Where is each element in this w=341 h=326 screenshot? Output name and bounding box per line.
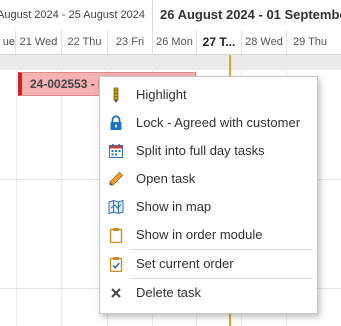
menu-item-label: Set current order [136, 256, 234, 271]
gantt-chart: August 2024 - 25 August 2024 26 August 2… [0, 0, 341, 326]
menu-item-lock[interactable]: Lock - Agreed with customer [100, 109, 317, 137]
day-header[interactable]: 22 Thu [62, 30, 108, 54]
row-header-strip [0, 55, 341, 70]
pencil-icon [109, 171, 124, 186]
map-icon [108, 199, 124, 215]
day-header[interactable]: ue [0, 30, 16, 54]
menu-item-show-in-order-module[interactable]: Show in order module [100, 221, 317, 249]
menu-item-label: Show in map [136, 199, 212, 214]
menu-item-delete-task[interactable]: Delete task [100, 279, 317, 307]
menu-item-label: Delete task [136, 285, 202, 300]
menu-item-label: Split into full day tasks [136, 143, 265, 158]
day-header-today[interactable]: 27 T... [197, 30, 242, 54]
week-header-row: August 2024 - 25 August 2024 26 August 2… [0, 0, 341, 31]
day-header[interactable]: 23 Fri [108, 30, 153, 54]
week-header-previous[interactable]: August 2024 - 25 August 2024 [0, 0, 153, 30]
day-header[interactable]: 29 Thu [287, 30, 341, 54]
context-menu: Highlight Lock - Agreed with customer Sp… [99, 76, 318, 314]
highlight-pen-icon [113, 87, 119, 103]
menu-item-set-current-order[interactable]: Set current order [100, 250, 317, 278]
menu-item-show-in-map[interactable]: Show in map [100, 193, 317, 221]
day-header-row: ue 21 Wed 22 Thu 23 Fri 26 Mon 27 T... 2… [0, 30, 341, 55]
clipboard-icon [109, 228, 123, 243]
day-header[interactable]: 21 Wed [16, 30, 62, 54]
menu-item-open-task[interactable]: Open task [100, 165, 317, 193]
day-header[interactable]: 28 Wed [242, 30, 287, 54]
menu-item-label: Lock - Agreed with customer [136, 115, 301, 130]
week-header-current[interactable]: 26 August 2024 - 01 September [160, 0, 341, 30]
close-icon [111, 288, 121, 298]
lock-icon [110, 115, 122, 130]
menu-item-label: Open task [136, 171, 196, 186]
menu-item-label: Show in order module [136, 227, 263, 242]
menu-item-label: Highlight [136, 87, 187, 102]
calendar-icon [109, 144, 123, 158]
day-header[interactable]: 26 Mon [153, 30, 197, 54]
menu-item-split[interactable]: Split into full day tasks [100, 137, 317, 165]
grid-line [16, 55, 17, 326]
clipboard-check-icon [109, 257, 123, 272]
menu-item-highlight[interactable]: Highlight [100, 81, 317, 109]
